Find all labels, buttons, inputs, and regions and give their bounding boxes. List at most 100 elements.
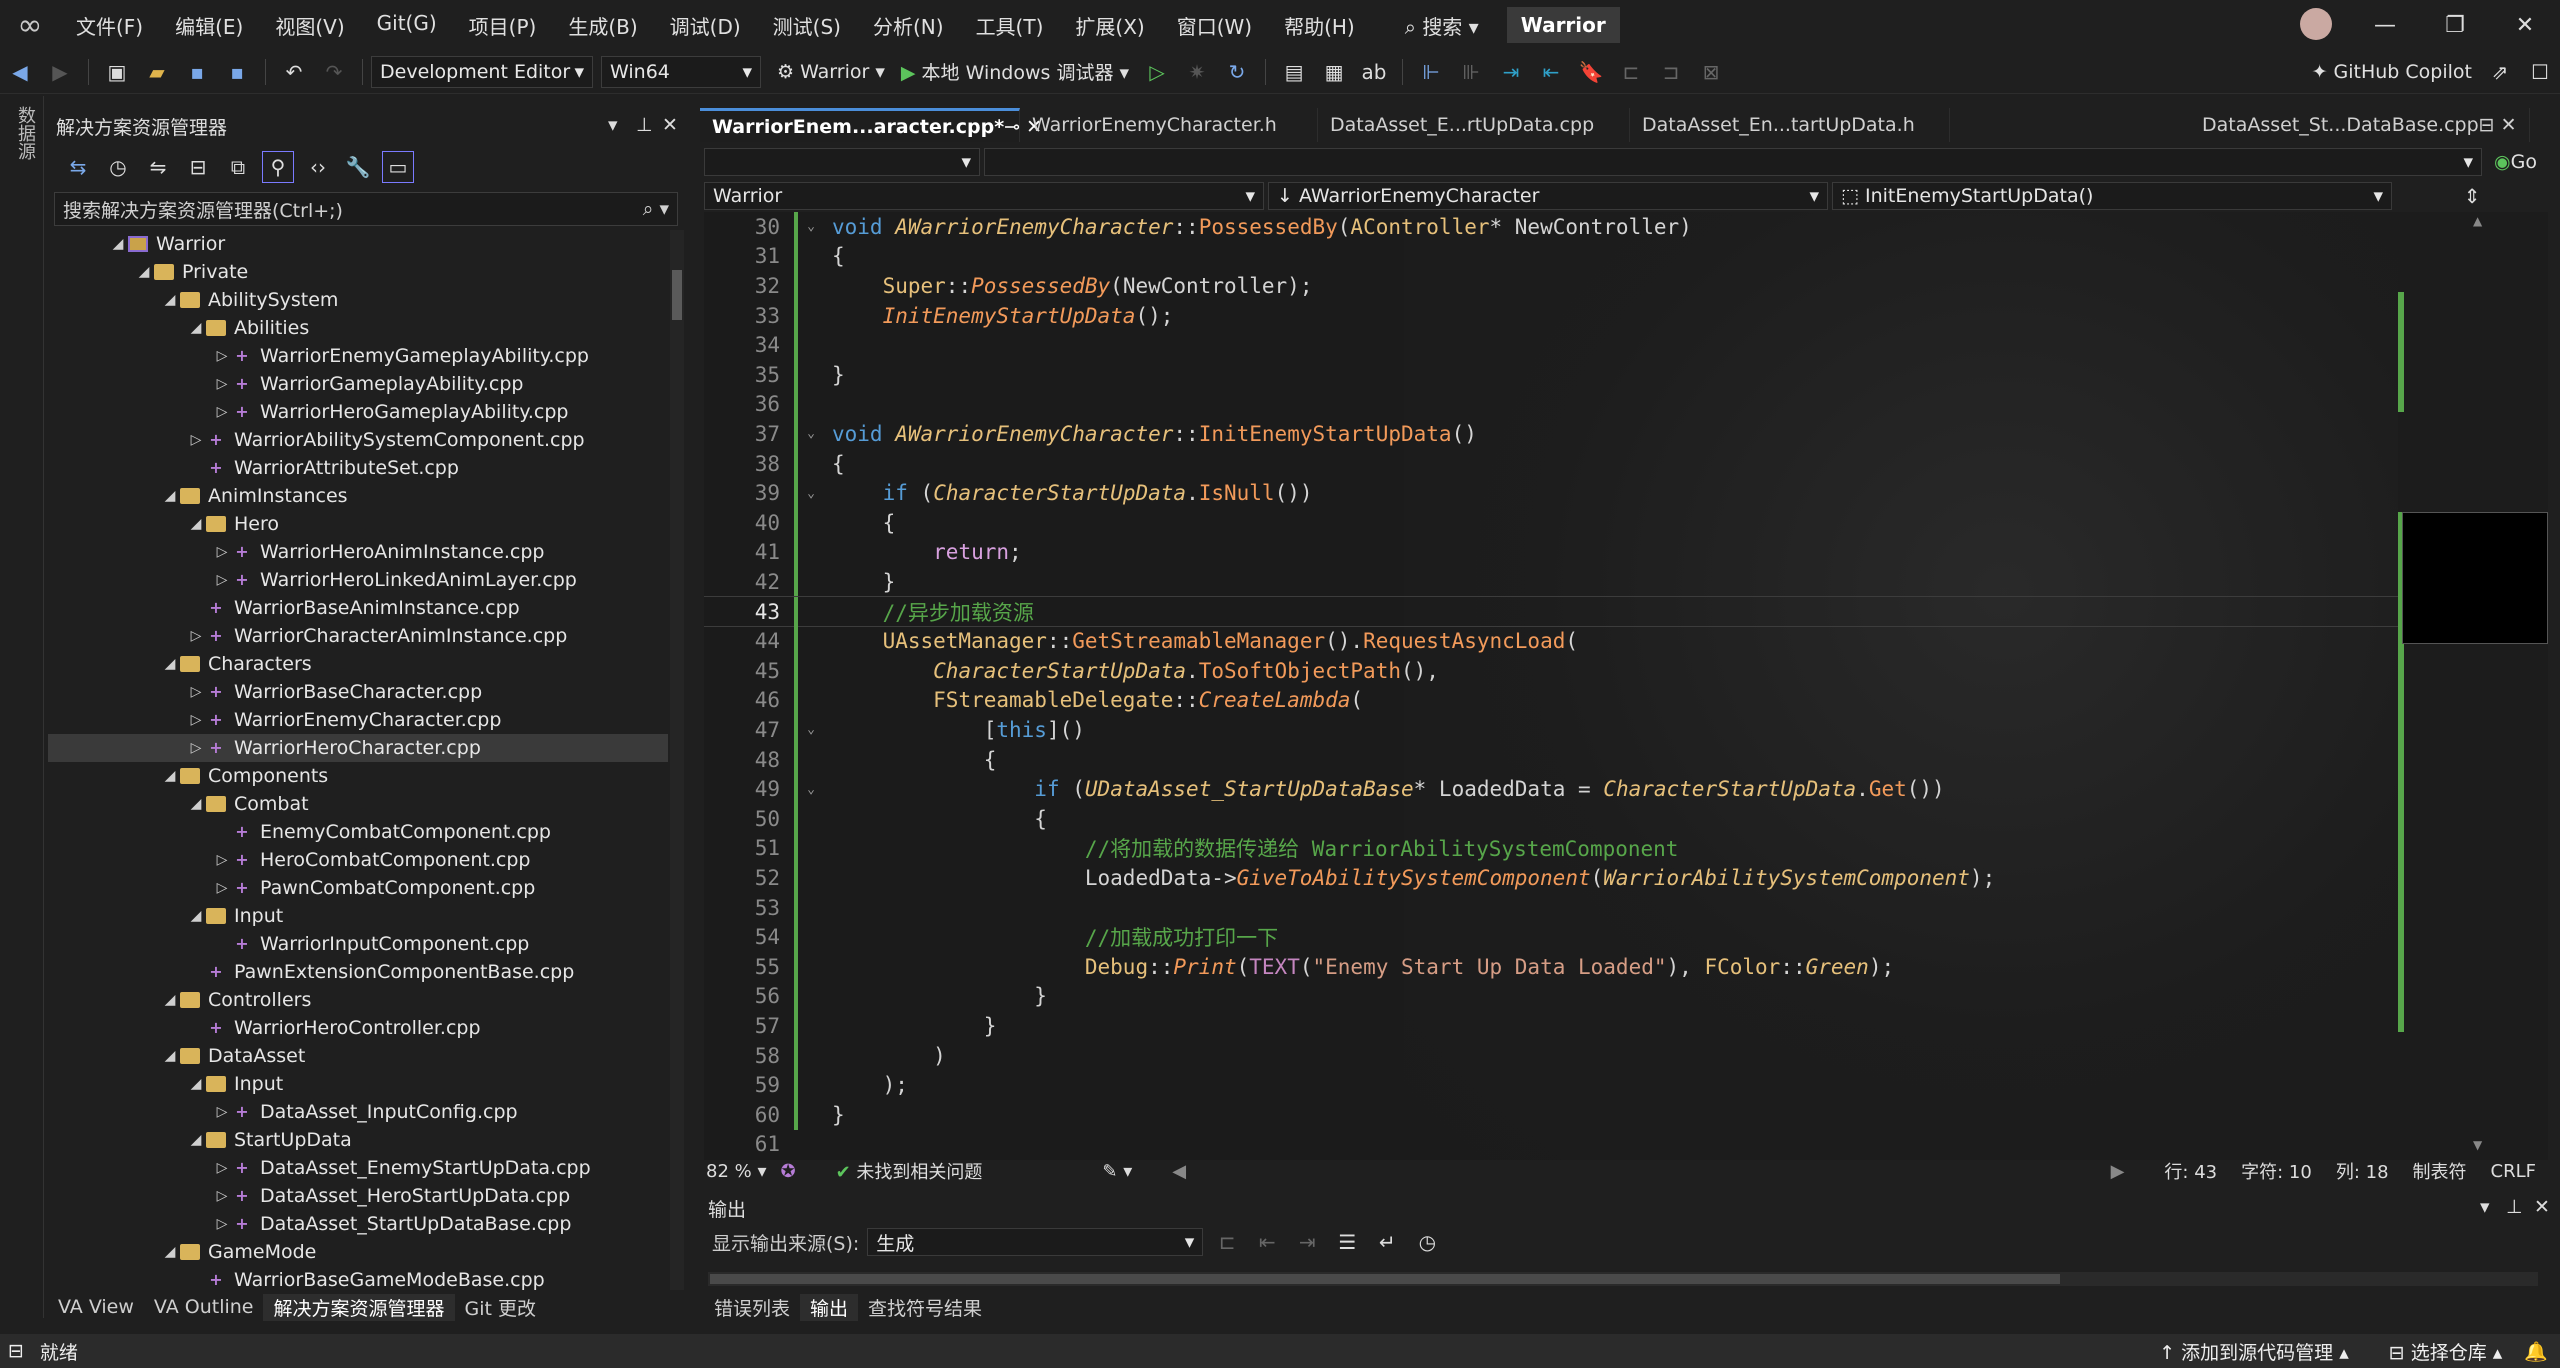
code-line[interactable]: 30 ⌄ void AWarriorEnemyCharacter::Possesse… bbox=[704, 212, 2398, 242]
menu-item[interactable]: 分析(N) bbox=[857, 11, 960, 40]
code-line[interactable]: 58 ) bbox=[704, 1040, 2398, 1071]
expand-toggle-icon[interactable]: ◢ bbox=[186, 1076, 206, 1092]
menu-item[interactable]: 编辑(E) bbox=[159, 11, 259, 40]
tree-file-item[interactable]: ▷ + WarriorGameplayAbility.cpp bbox=[48, 370, 668, 398]
switch-views-icon[interactable]: ⇆ bbox=[62, 151, 94, 183]
view-code-icon[interactable]: ‹› bbox=[302, 151, 334, 183]
find-message-icon[interactable]: ⊏ bbox=[1211, 1226, 1243, 1258]
code-line[interactable]: 44 UAssetManager::GetStreamableManager()… bbox=[704, 626, 2398, 656]
code-line[interactable]: 59 ); bbox=[704, 1070, 2398, 1100]
close-window-icon[interactable]: ✕ bbox=[2490, 0, 2560, 50]
zoom-select[interactable]: 82 % ▾ bbox=[704, 1161, 767, 1182]
tree-file-item[interactable]: ▷ + WarriorHeroCharacter.cpp bbox=[48, 734, 668, 762]
fold-icon[interactable]: ⌄ bbox=[802, 722, 820, 737]
code-line[interactable]: 37 ⌄ void AWarriorEnemyCharacter::InitEnem… bbox=[704, 419, 2398, 449]
project-select[interactable]: Warrior ▾ bbox=[704, 182, 1264, 210]
tree-folder-item[interactable]: ◢ Abilities bbox=[48, 314, 668, 342]
tree-file-item[interactable]: + WarriorHeroController.cpp bbox=[48, 1014, 668, 1042]
scrollbar-thumb[interactable] bbox=[672, 270, 682, 320]
expand-toggle-icon[interactable]: ▷ bbox=[212, 852, 232, 868]
scroll-down-icon[interactable]: ▼ bbox=[2473, 1138, 2482, 1152]
expand-toggle-icon[interactable]: ◢ bbox=[160, 992, 180, 1008]
code-line[interactable]: 51 //将加载的数据传递给 WarriorAbilitySystemCompo… bbox=[704, 833, 2398, 864]
tree-file-item[interactable]: + EnemyCombatComponent.cpp bbox=[48, 818, 668, 846]
hot-reload-icon[interactable]: ✷ bbox=[1181, 56, 1213, 88]
feedback-icon[interactable]: ☐ bbox=[2524, 56, 2556, 88]
output-tab[interactable]: 输出 bbox=[800, 1293, 859, 1321]
code-line[interactable]: 43 //异步加载资源 bbox=[704, 595, 2398, 628]
scroll-up-icon[interactable]: ▲ bbox=[2473, 214, 2482, 228]
menu-item[interactable]: 扩展(X) bbox=[1059, 11, 1160, 40]
expand-toggle-icon[interactable]: ▷ bbox=[212, 1216, 232, 1232]
panel-tab[interactable]: Git 更改 bbox=[455, 1294, 547, 1321]
code-line[interactable]: 49 ⌄ if (UDataAsset_StartUpDataBase* Load… bbox=[704, 774, 2398, 804]
expand-toggle-icon[interactable]: ▷ bbox=[186, 432, 206, 448]
copilot-button[interactable]: ✦ GitHub Copilot bbox=[2312, 61, 2472, 83]
solution-search-input[interactable]: 搜索解决方案资源管理器(Ctrl+;) ⌕ ▾ bbox=[54, 192, 678, 226]
outdent-icon[interactable]: ⇤ bbox=[1535, 56, 1567, 88]
expand-toggle-icon[interactable]: ▷ bbox=[212, 880, 232, 896]
code-line[interactable]: 31 { bbox=[704, 241, 2398, 272]
tree-file-item[interactable]: + WarriorAttributeSet.cpp bbox=[48, 454, 668, 482]
code-line[interactable]: 57 } bbox=[704, 1011, 2398, 1041]
close-tab-icon[interactable]: ⊟ ✕ bbox=[2479, 114, 2517, 136]
tree-file-item[interactable]: + WarriorBaseGameModeBase.cpp bbox=[48, 1266, 668, 1294]
expand-toggle-icon[interactable]: ◢ bbox=[160, 488, 180, 504]
open-folder-icon[interactable]: ▰ bbox=[141, 56, 173, 88]
file-navigation-select[interactable]: ▾ bbox=[704, 148, 980, 176]
line-indicator[interactable]: 行: 43 bbox=[2164, 1158, 2217, 1184]
editor-tab[interactable]: DataAsset_E...rtUpData.cpp bbox=[1318, 108, 1630, 142]
code-cleanup-icon[interactable]: ✎ ▾ bbox=[1102, 1161, 1132, 1182]
start-debugging-button[interactable]: ▶ 本地 Windows 调试器 ▾ bbox=[901, 58, 1129, 85]
editor-tab[interactable]: DataAsset_En...tartUpData.h bbox=[1630, 108, 1950, 142]
menu-item[interactable]: 调试(D) bbox=[654, 11, 757, 40]
char-indicator[interactable]: 字符: 10 bbox=[2241, 1158, 2312, 1184]
tree-folder-item[interactable]: ◢ Combat bbox=[48, 790, 668, 818]
startup-project-select[interactable]: ⚙ Warrior ▾ bbox=[777, 61, 885, 83]
clear-all-icon[interactable]: ☰ bbox=[1331, 1226, 1363, 1258]
expand-toggle-icon[interactable]: ◢ bbox=[186, 516, 206, 532]
expand-toggle-icon[interactable]: ◢ bbox=[160, 292, 180, 308]
save-icon[interactable]: ▪ bbox=[181, 56, 213, 88]
close-icon[interactable]: ✕ bbox=[662, 114, 678, 136]
tree-file-item[interactable]: ▷ + WarriorCharacterAnimInstance.cpp bbox=[48, 622, 668, 650]
configuration-select[interactable]: Development Editor ▾ bbox=[371, 55, 593, 88]
tree-folder-item[interactable]: ◢ Characters bbox=[48, 650, 668, 678]
issues-indicator[interactable]: ✔ 未找到相关问题 bbox=[836, 1158, 983, 1184]
code-line[interactable]: 52 LoadedData->GiveToAbilitySystemCompon… bbox=[704, 863, 2398, 893]
notification-icon[interactable]: 🔔 bbox=[2524, 1340, 2548, 1363]
code-line[interactable]: 32 Super::PossessedBy(NewController); bbox=[704, 271, 2398, 301]
data-sources-tab[interactable]: 数据源 bbox=[12, 106, 38, 160]
tree-file-item[interactable]: ▷ + WarriorEnemyCharacter.cpp bbox=[48, 706, 668, 734]
code-line[interactable]: 48 { bbox=[704, 744, 2398, 775]
tree-file-item[interactable]: ▷ + PawnCombatComponent.cpp bbox=[48, 874, 668, 902]
tree-folder-item[interactable]: ◢ AnimInstances bbox=[48, 482, 668, 510]
output-tab[interactable]: 错误列表 bbox=[704, 1294, 800, 1321]
code-line[interactable]: 39 ⌄ if (CharacterStartUpData.IsNull()) bbox=[704, 478, 2398, 508]
tree-file-item[interactable]: ▷ + WarriorAbilitySystemComponent.cpp bbox=[48, 426, 668, 454]
tree-folder-item[interactable]: ◢ Hero bbox=[48, 510, 668, 538]
prev-message-icon[interactable]: ⇤ bbox=[1251, 1226, 1283, 1258]
code-editor[interactable]: 30 ⌄ void AWarriorEnemyCharacter::Possesse… bbox=[704, 212, 2398, 1160]
code-line[interactable]: 56 } bbox=[704, 981, 2398, 1012]
tree-file-item[interactable]: ▷ + WarriorBaseCharacter.cpp bbox=[48, 678, 668, 706]
code-line[interactable]: 54 //加载成功打印一下 bbox=[704, 922, 2398, 952]
output-tab[interactable]: 查找符号结果 bbox=[858, 1294, 992, 1321]
expand-toggle-icon[interactable]: ▷ bbox=[186, 740, 206, 756]
tree-folder-item[interactable]: ◢ Controllers bbox=[48, 986, 668, 1014]
filter-icon[interactable]: ⚲ bbox=[262, 151, 294, 183]
pin-icon[interactable]: ⊥ bbox=[2506, 1196, 2523, 1218]
bookmark-next-icon[interactable]: ⊐ bbox=[1655, 56, 1687, 88]
share-icon[interactable]: ⇗ bbox=[2484, 56, 2516, 88]
timestamp-icon[interactable]: ◷ bbox=[1411, 1226, 1443, 1258]
menu-item[interactable]: 工具(T) bbox=[960, 11, 1060, 40]
column-indicator[interactable]: 列: 18 bbox=[2336, 1158, 2389, 1184]
expand-toggle-icon[interactable]: ▷ bbox=[212, 1188, 232, 1204]
line-ending-indicator[interactable]: CRLF bbox=[2491, 1161, 2536, 1182]
expand-toggle-icon[interactable]: ◢ bbox=[160, 1048, 180, 1064]
menu-item[interactable]: 生成(B) bbox=[552, 11, 653, 40]
tree-file-item[interactable]: ▷ + HeroCombatComponent.cpp bbox=[48, 846, 668, 874]
avatar[interactable] bbox=[2300, 8, 2332, 40]
expand-toggle-icon[interactable]: ◢ bbox=[160, 1244, 180, 1260]
tree-folder-item[interactable]: ◢ Components bbox=[48, 762, 668, 790]
